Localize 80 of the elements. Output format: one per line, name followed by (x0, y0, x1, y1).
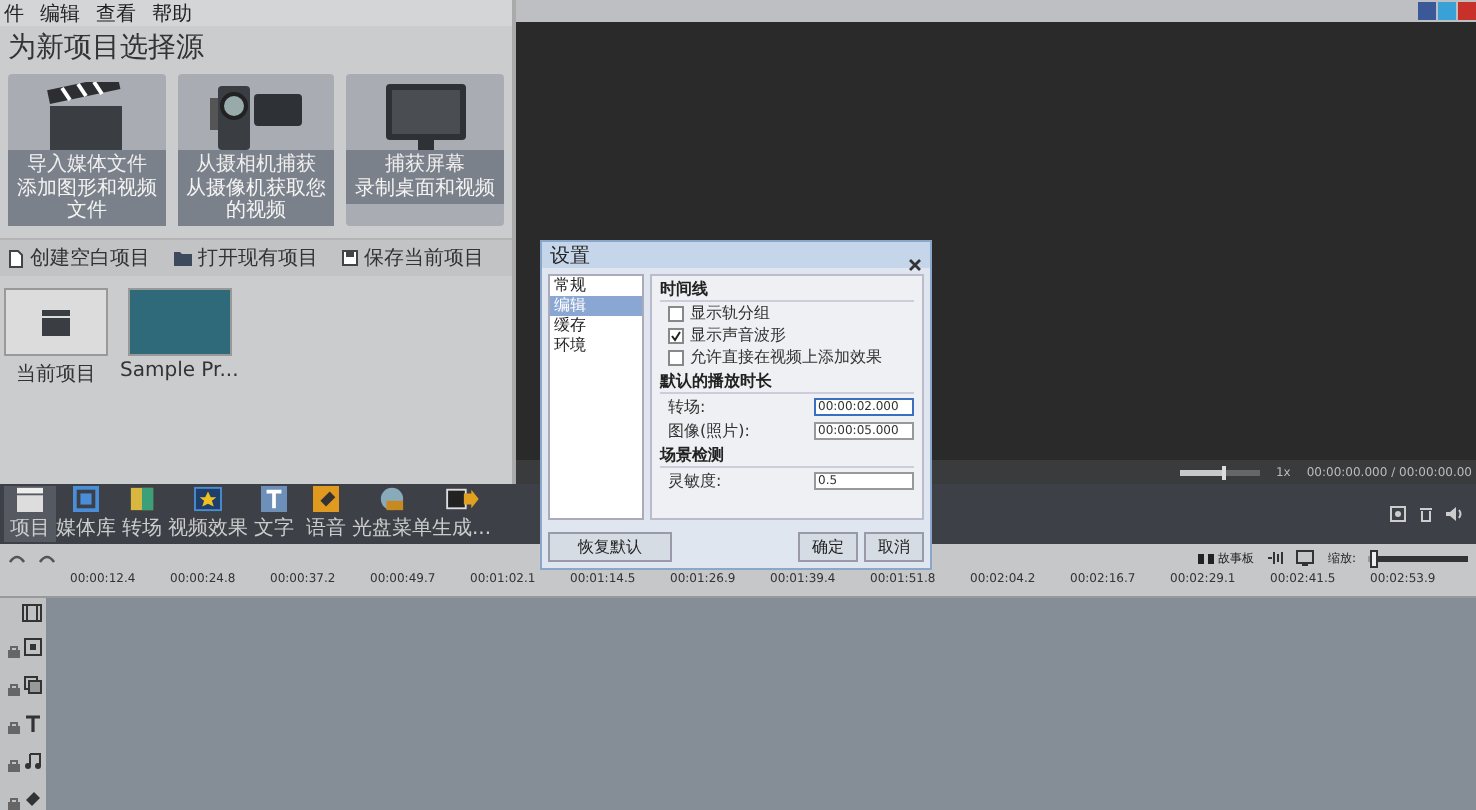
monitor-icon (1295, 550, 1316, 566)
card-title: 导入媒体文件 (26, 154, 147, 177)
film-icon (70, 486, 102, 512)
camera-icon (206, 82, 306, 150)
clapper-icon (14, 486, 46, 512)
card-subtitle: 添加图形和视频文件 (14, 178, 159, 222)
microphone-icon (310, 486, 342, 512)
checkbox-label: 允许直接在视频上添加效果 (690, 348, 882, 368)
dialog-button[interactable]: 确定 (798, 532, 858, 562)
trash-icon (1418, 506, 1434, 522)
save-icon (342, 250, 358, 266)
section-heading: 时间线 (660, 278, 914, 302)
source-card[interactable]: 捕获屏幕 录制桌面和视频 (346, 74, 505, 226)
lock-icon (8, 644, 20, 658)
dialog-title: 设置 (550, 243, 590, 269)
lock-icon (8, 796, 20, 810)
project-item[interactable]: Sample Pr... (120, 288, 239, 388)
storyboard-icon (1197, 553, 1214, 563)
music-note-icon (24, 752, 42, 770)
effect-icon (24, 638, 42, 656)
card-title: 从摄相机捕获 (196, 154, 316, 177)
check-icon (670, 330, 682, 342)
toolbar-button[interactable]: 生成... (432, 486, 492, 542)
source-card[interactable]: 导入媒体文件 添加图形和视频文件 (8, 74, 166, 226)
undo-icon (8, 552, 26, 564)
toolbar-button[interactable]: 项目 (4, 486, 56, 542)
field-label: 转场: (668, 396, 706, 418)
source-card[interactable]: 从摄相机捕获 从摄像机获取您的视频 (177, 74, 335, 226)
text-icon (258, 486, 290, 512)
project-action[interactable]: 创建空白项目 (8, 244, 150, 272)
toolbar-button[interactable]: 文字 (248, 486, 300, 542)
disc-icon (376, 486, 408, 512)
toolbar-button[interactable]: 光盘菜单 (352, 486, 432, 542)
checkbox[interactable] (668, 306, 684, 322)
film-icon (22, 604, 42, 622)
card-title: 捕获屏幕 (385, 154, 466, 177)
field-label: 灵敏度: (668, 470, 722, 492)
menu-item[interactable]: 编辑 (40, 0, 80, 27)
volume-slider[interactable] (1179, 469, 1260, 475)
menu-item[interactable]: 查看 (96, 0, 136, 27)
lock-icon (8, 720, 20, 734)
toolbar-button[interactable]: 视频效果 (168, 486, 248, 542)
toolbar-button[interactable]: 媒体库 (56, 486, 116, 542)
document-icon (8, 249, 24, 267)
lock-icon (8, 758, 20, 772)
speaker-icon (1446, 506, 1464, 522)
snapshot-icon (1390, 506, 1406, 522)
toolbar-button[interactable]: 语音 (300, 486, 352, 542)
checkbox[interactable] (668, 328, 684, 344)
dialog-button[interactable]: 取消 (864, 532, 924, 562)
card-subtitle: 录制桌面和视频 (355, 178, 496, 200)
page-heading: 为新项目选择源 (6, 30, 206, 68)
microphone-icon (24, 790, 42, 808)
menu-item[interactable]: 件 (4, 0, 24, 27)
lock-icon (8, 682, 20, 696)
overlay-icon (24, 676, 42, 694)
audio-levels-icon (1265, 550, 1284, 566)
menu-item[interactable]: 帮助 (152, 0, 192, 27)
card-subtitle: 从摄像机获取您的视频 (184, 178, 328, 222)
gradient-icon (126, 486, 158, 512)
settings-nav-item[interactable]: 常规 (550, 276, 642, 296)
clapper-icon (40, 308, 72, 336)
checkbox-label: 显示声音波形 (690, 326, 786, 346)
text-icon (24, 714, 42, 732)
section-heading: 场景检测 (660, 444, 914, 468)
section-heading: 默认的播放时长 (660, 370, 914, 394)
settings-nav-item[interactable]: 环境 (550, 336, 642, 356)
field-label: 图像(照片): (668, 420, 750, 442)
dialog-button[interactable]: 恢复默认 (548, 532, 672, 562)
photo-placeholder (127, 288, 232, 356)
monitor-icon (381, 82, 470, 150)
toolbar-button[interactable]: 转场 (116, 486, 168, 542)
project-action[interactable]: 保存当前项目 (342, 244, 484, 272)
film-arrow-icon (443, 486, 480, 512)
folder-icon (174, 250, 192, 266)
checkbox-label: 显示轨分组 (690, 304, 770, 324)
settings-nav-item[interactable]: 缓存 (550, 316, 642, 336)
project-action[interactable]: 打开现有项目 (174, 244, 318, 272)
redo-icon (38, 552, 56, 564)
checkbox[interactable] (668, 350, 684, 366)
